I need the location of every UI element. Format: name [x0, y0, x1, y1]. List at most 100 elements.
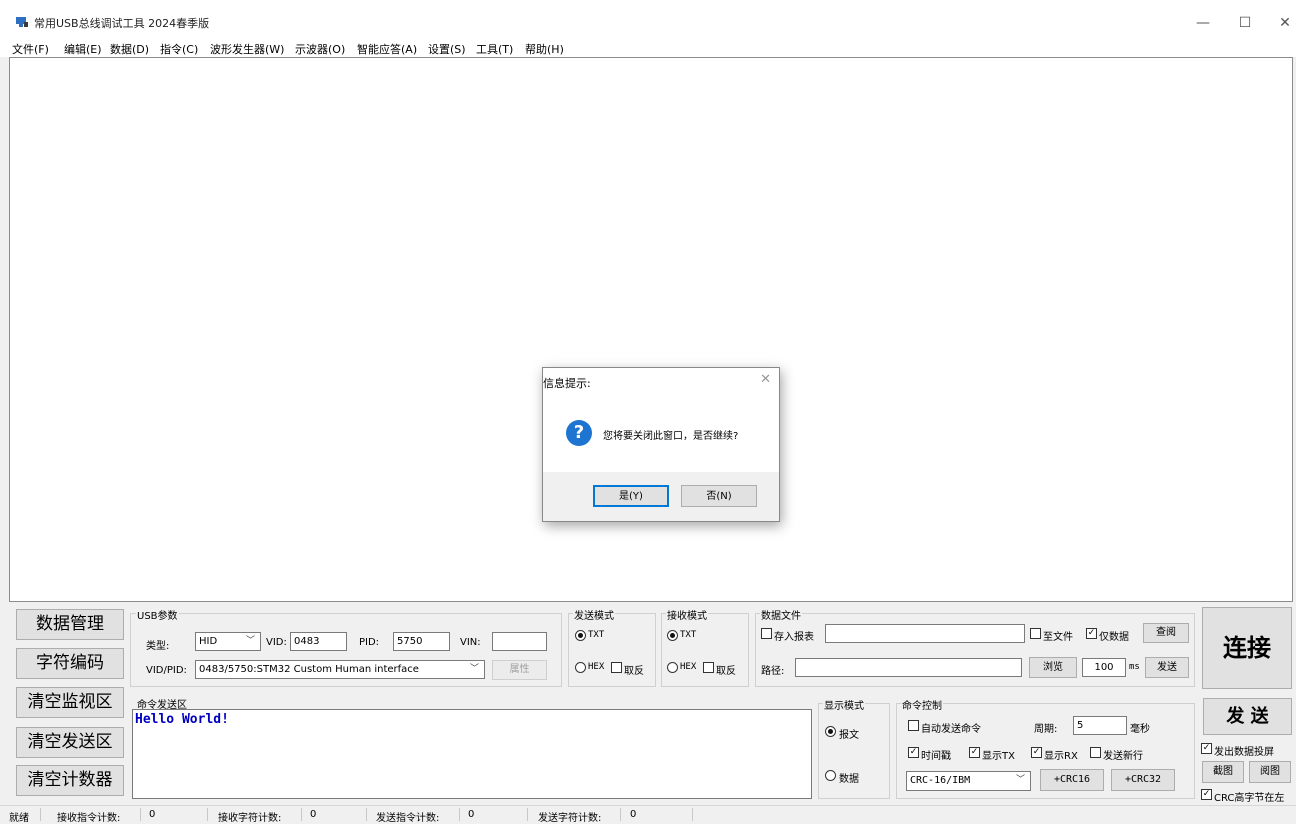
app-icon [16, 17, 28, 27]
dialog-close-icon[interactable]: ✕ [760, 372, 771, 387]
status-bar: 就绪 接收指令计数: 0 接收字符计数: 0 发送指令计数: 0 发送字符计数:… [0, 805, 1296, 824]
clear-monitor-button[interactable]: 清空监视区 [16, 687, 124, 718]
send-hex-label: HEX [588, 662, 605, 672]
menu-settings[interactable]: 设置(S) [428, 41, 466, 57]
recv-hex-radio[interactable] [667, 662, 678, 673]
report-input[interactable] [825, 624, 1025, 643]
data-only-checkbox[interactable]: ✓ [1086, 628, 1097, 639]
timestamp-checkbox[interactable]: ✓ [908, 747, 919, 758]
view-image-button[interactable]: 阅图 [1249, 761, 1291, 783]
send-invert-label: 取反 [624, 666, 644, 677]
menu-data[interactable]: 数据(D) [110, 41, 149, 57]
status-separator [459, 808, 460, 821]
send-hex-radio[interactable] [575, 662, 586, 673]
rx-char-count: 0 [310, 809, 317, 820]
crc-high-label: CRC高字节在左 [1214, 793, 1285, 804]
menu-bar: 文件(F) 编辑(E) 数据(D) 指令(C) 波形发生器(W) 示波器(O) … [0, 37, 1296, 57]
send-button[interactable]: 发 送 [1203, 698, 1292, 735]
crc-high-checkbox[interactable]: ✓ [1201, 789, 1212, 800]
menu-auto-reply[interactable]: 智能应答(A) [357, 41, 417, 57]
status-separator [301, 808, 302, 821]
recv-invert-checkbox[interactable] [703, 662, 714, 673]
auto-send-label: 自动发送命令 [921, 724, 981, 735]
rx-char-label: 接收字符计数: [218, 813, 282, 824]
tx-cmd-label: 发送指令计数: [376, 813, 440, 824]
display-data-radio[interactable] [825, 770, 836, 781]
crc-select[interactable]: CRC-16/IBM ﹀ [906, 771, 1031, 791]
dialog-message: 您将要关闭此窗口，是否继续? [603, 431, 739, 442]
status-separator [40, 808, 41, 821]
recv-txt-radio[interactable] [667, 630, 678, 641]
clear-counter-button[interactable]: 清空计数器 [16, 765, 124, 796]
data-manage-button[interactable]: 数据管理 [16, 609, 124, 640]
recv-txt-label: TXT [680, 630, 697, 640]
menu-edit[interactable]: 编辑(E) [64, 41, 102, 57]
period-unit: 毫秒 [1130, 724, 1150, 735]
command-textarea[interactable]: Hello World! [132, 709, 812, 799]
project-label: 发出数据投屏 [1214, 747, 1274, 758]
maximize-button[interactable]: ☐ [1230, 12, 1260, 34]
display-mode-title: 显示模式 [823, 697, 865, 712]
save-report-checkbox[interactable] [761, 628, 772, 639]
vidpid-value: 0483/5750:STM32 Custom Human interface [199, 664, 419, 675]
recv-hex-label: HEX [680, 662, 697, 672]
command-control-title: 命令控制 [901, 697, 943, 712]
vin-input[interactable] [492, 632, 547, 651]
display-data-label: 数据 [839, 774, 859, 785]
rx-cmd-label: 接收指令计数: [57, 813, 121, 824]
project-checkbox[interactable]: ✓ [1201, 743, 1212, 754]
crc32-button[interactable]: +CRC32 [1111, 769, 1175, 791]
send-txt-radio[interactable] [575, 630, 586, 641]
confirm-dialog: 信息提示: ✕ ? 您将要关闭此窗口，是否继续? 是(Y) 否(N) [542, 367, 780, 522]
query-button[interactable]: 查阅 [1143, 623, 1189, 643]
status-separator [527, 808, 528, 821]
vin-label: VIN: [460, 637, 481, 648]
timestamp-label: 时间戳 [921, 751, 951, 762]
send-file-button[interactable]: 发送 [1145, 657, 1189, 678]
show-rx-checkbox[interactable]: ✓ [1031, 747, 1042, 758]
pid-label: PID: [359, 637, 380, 648]
status-separator [140, 808, 141, 821]
period-label: 周期: [1034, 724, 1058, 735]
menu-help[interactable]: 帮助(H) [525, 41, 564, 57]
path-input[interactable] [795, 658, 1022, 677]
menu-waveform[interactable]: 波形发生器(W) [210, 41, 284, 57]
pid-input[interactable]: 5750 [393, 632, 450, 651]
to-file-checkbox[interactable] [1030, 628, 1041, 639]
close-button[interactable]: ✕ [1270, 12, 1296, 34]
minimize-button[interactable]: — [1188, 12, 1218, 34]
menu-file[interactable]: 文件(F) [12, 41, 49, 57]
tx-char-label: 发送字符计数: [538, 813, 602, 824]
tx-char-count: 0 [630, 809, 637, 820]
ms-label: ms [1129, 662, 1140, 672]
vidpid-select[interactable]: 0483/5750:STM32 Custom Human interface ﹀ [195, 660, 485, 679]
yes-button[interactable]: 是(Y) [593, 485, 669, 507]
vid-input[interactable]: 0483 [290, 632, 347, 651]
show-tx-label: 显示TX [982, 751, 1015, 762]
send-newline-checkbox[interactable] [1090, 747, 1101, 758]
type-select[interactable]: HID ﹀ [195, 632, 261, 651]
char-encoding-button[interactable]: 字符编码 [16, 648, 124, 679]
properties-button[interactable]: 属性 [492, 660, 547, 680]
connect-button[interactable]: 连接 [1202, 607, 1292, 689]
screenshot-button[interactable]: 截图 [1202, 761, 1244, 783]
browse-button[interactable]: 浏览 [1029, 657, 1077, 678]
menu-tools[interactable]: 工具(T) [476, 41, 513, 57]
no-button[interactable]: 否(N) [681, 485, 757, 507]
auto-send-checkbox[interactable] [908, 720, 919, 731]
chevron-down-icon: ﹀ [1015, 775, 1025, 785]
menu-oscilloscope[interactable]: 示波器(O) [295, 41, 345, 57]
clear-send-button[interactable]: 清空发送区 [16, 727, 124, 758]
menu-command[interactable]: 指令(C) [160, 41, 198, 57]
period-input[interactable]: 5 [1073, 716, 1127, 735]
show-rx-label: 显示RX [1044, 751, 1078, 762]
crc16-button[interactable]: +CRC16 [1040, 769, 1104, 791]
display-message-radio[interactable] [825, 726, 836, 737]
interval-input[interactable]: 100 [1082, 658, 1126, 677]
send-invert-checkbox[interactable] [611, 662, 622, 673]
usb-params-title: USB参数 [136, 607, 179, 622]
question-icon: ? [566, 420, 592, 446]
rx-cmd-count: 0 [149, 809, 156, 820]
show-tx-checkbox[interactable]: ✓ [969, 747, 980, 758]
tx-cmd-count: 0 [468, 809, 475, 820]
